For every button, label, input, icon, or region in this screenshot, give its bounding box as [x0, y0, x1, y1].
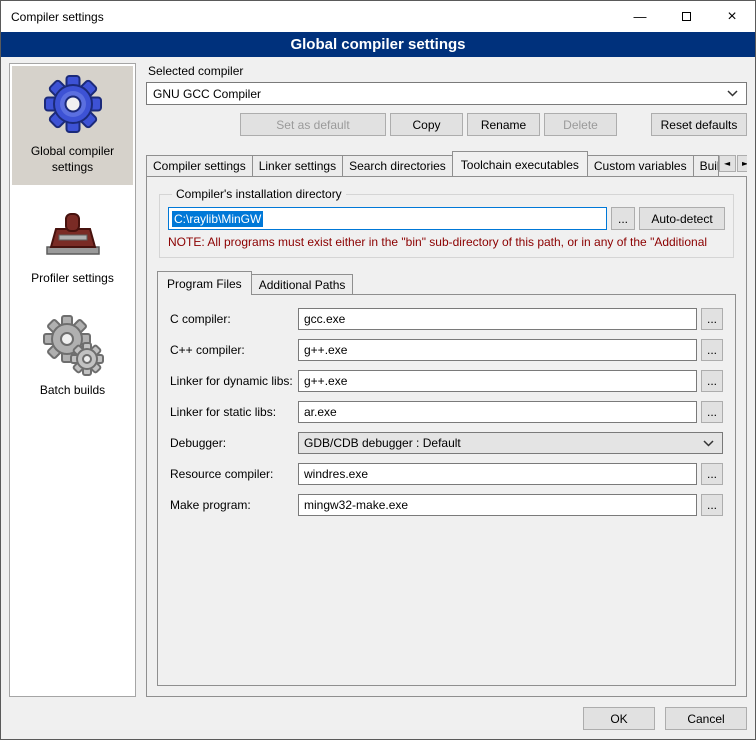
installation-directory-value: C:\raylib\MinGW	[172, 211, 263, 227]
sidebar-item-label: Profiler settings	[31, 271, 114, 287]
window-title: Compiler settings	[1, 10, 617, 24]
static-linker-browse-button[interactable]: ...	[701, 401, 723, 423]
title-bar: Compiler settings — ×	[1, 1, 755, 32]
arrow-right-icon: ►	[742, 159, 747, 168]
resource-compiler-row: Resource compiler: ...	[170, 463, 723, 485]
c-compiler-browse-button[interactable]: ...	[701, 308, 723, 330]
minimize-button[interactable]: —	[617, 1, 663, 32]
cpp-compiler-input[interactable]	[298, 339, 697, 361]
installation-directory-browse-button[interactable]: ...	[611, 207, 635, 230]
dialog-footer: OK Cancel	[1, 697, 755, 739]
window-controls: — ×	[617, 1, 755, 32]
tab-toolchain-executables[interactable]: Toolchain executables	[452, 151, 588, 176]
tab-linker-settings[interactable]: Linker settings	[252, 155, 343, 176]
resource-compiler-label: Resource compiler:	[170, 467, 298, 481]
selected-compiler-dropdown[interactable]: GNU GCC Compiler	[146, 82, 747, 105]
chevron-down-icon	[727, 90, 738, 97]
close-icon: ×	[727, 8, 736, 26]
tab-scroll-right-button[interactable]: ►	[737, 155, 747, 172]
cpp-compiler-browse-button[interactable]: ...	[701, 339, 723, 361]
make-program-browse-button[interactable]: ...	[701, 494, 723, 516]
bin-subdirectory-note: NOTE: All programs must exist either in …	[168, 235, 725, 249]
copy-button[interactable]: Copy	[390, 113, 463, 136]
cpp-compiler-row: C++ compiler: ...	[170, 339, 723, 361]
maximize-icon	[682, 12, 691, 21]
c-compiler-row: C compiler: ...	[170, 308, 723, 330]
cpp-compiler-label: C++ compiler:	[170, 343, 298, 357]
autodetect-button[interactable]: Auto-detect	[639, 207, 725, 230]
cancel-button[interactable]: Cancel	[665, 707, 747, 730]
page-title: Global compiler settings	[1, 32, 755, 57]
arrow-left-icon: ◄	[724, 159, 730, 168]
installation-directory-group: Compiler's installation directory C:\ray…	[159, 187, 734, 258]
selected-compiler-label: Selected compiler	[148, 64, 747, 78]
static-linker-row: Linker for static libs: ...	[170, 401, 723, 423]
resource-compiler-browse-button[interactable]: ...	[701, 463, 723, 485]
main-pane: Selected compiler GNU GCC Compiler Set a…	[146, 63, 747, 697]
program-files-panel: C compiler: ... C++ compiler: ... Linker…	[157, 294, 736, 686]
minimize-icon: —	[634, 9, 647, 24]
dynamic-linker-row: Linker for dynamic libs: ...	[170, 370, 723, 392]
tab-scroll-controls: ◄ ►	[719, 155, 747, 172]
toolchain-executables-panel: Compiler's installation directory C:\ray…	[146, 176, 747, 697]
delete-button: Delete	[544, 113, 617, 136]
c-compiler-label: C compiler:	[170, 312, 298, 326]
subtab-additional-paths[interactable]: Additional Paths	[251, 274, 354, 294]
compiler-settings-dialog: Compiler settings — × Global compiler se…	[0, 0, 756, 740]
dialog-content: Global compiler settings Profiler settin…	[1, 57, 755, 697]
debugger-select[interactable]: GDB/CDB debugger : Default	[298, 432, 723, 454]
resource-compiler-input[interactable]	[298, 463, 697, 485]
debugger-row: Debugger: GDB/CDB debugger : Default	[170, 432, 723, 454]
compiler-actions: Set as default Copy Rename Delete Reset …	[146, 113, 747, 136]
subtab-bar: Program Files Additional Paths	[157, 270, 736, 294]
profiler-tool-icon	[41, 201, 105, 265]
sidebar-item-batch-builds[interactable]: Batch builds	[12, 305, 133, 409]
make-program-row: Make program: ...	[170, 494, 723, 516]
c-compiler-input[interactable]	[298, 308, 697, 330]
blue-gear-icon	[41, 74, 105, 138]
subtab-program-files[interactable]: Program Files	[157, 271, 252, 295]
dynamic-linker-browse-button[interactable]: ...	[701, 370, 723, 392]
set-as-default-button: Set as default	[240, 113, 386, 136]
tab-search-directories[interactable]: Search directories	[342, 155, 453, 176]
close-button[interactable]: ×	[709, 1, 755, 32]
maximize-button[interactable]	[663, 1, 709, 32]
static-linker-label: Linker for static libs:	[170, 405, 298, 419]
make-program-input[interactable]	[298, 494, 697, 516]
tab-compiler-settings[interactable]: Compiler settings	[146, 155, 253, 176]
tab-bar: Compiler settings Linker settings Search…	[146, 150, 747, 176]
debugger-selected-value: GDB/CDB debugger : Default	[304, 436, 461, 450]
gray-gears-icon	[41, 313, 105, 377]
tab-custom-variables[interactable]: Custom variables	[587, 155, 694, 176]
debugger-label: Debugger:	[170, 436, 298, 450]
dynamic-linker-input[interactable]	[298, 370, 697, 392]
make-program-label: Make program:	[170, 498, 298, 512]
sidebar-item-label: Global compiler settings	[14, 144, 131, 175]
selected-compiler-value: GNU GCC Compiler	[153, 87, 261, 101]
ok-button[interactable]: OK	[583, 707, 655, 730]
rename-button[interactable]: Rename	[467, 113, 540, 136]
dynamic-linker-label: Linker for dynamic libs:	[170, 374, 298, 388]
sidebar-item-label: Batch builds	[40, 383, 105, 399]
installation-directory-group-title: Compiler's installation directory	[172, 187, 346, 201]
tab-build-options[interactable]: Build	[693, 155, 719, 176]
installation-directory-row: C:\raylib\MinGW ... Auto-detect	[168, 207, 725, 230]
static-linker-input[interactable]	[298, 401, 697, 423]
sidebar-item-global-compiler-settings[interactable]: Global compiler settings	[12, 66, 133, 185]
settings-sidebar: Global compiler settings Profiler settin…	[9, 63, 136, 697]
reset-defaults-button[interactable]: Reset defaults	[651, 113, 747, 136]
sidebar-item-profiler-settings[interactable]: Profiler settings	[12, 193, 133, 297]
tab-scroll-left-button[interactable]: ◄	[719, 155, 736, 172]
installation-directory-input[interactable]: C:\raylib\MinGW	[168, 207, 607, 230]
chevron-down-icon	[703, 440, 714, 447]
